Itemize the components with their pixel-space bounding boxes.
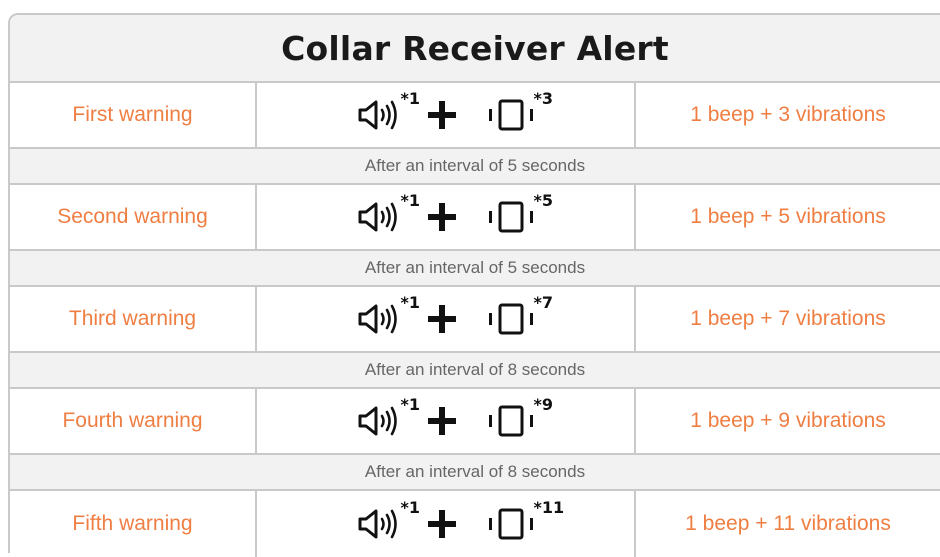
result-text: 1 beep + 5 vibrations — [690, 205, 886, 228]
result-text: 1 beep + 7 vibrations — [690, 307, 886, 330]
result-cell: 1 beep + 3 vibrations — [636, 83, 940, 147]
vibration-symbol: *5 — [487, 191, 553, 233]
warning-row-3: Third warning *1 *7 1 beep + 7 vibration… — [10, 287, 940, 353]
vibration-icon — [488, 405, 533, 437]
interval-row-2: After an interval of 5 seconds — [10, 251, 940, 287]
result-text: 1 beep + 9 vibrations — [690, 409, 886, 432]
beep-count: *1 — [400, 191, 421, 210]
vibration-symbol: *7 — [487, 293, 553, 335]
beep-symbol: *1 — [357, 89, 420, 131]
warning-label-cell: Fifth warning — [10, 491, 257, 557]
beep-symbol: *1 — [357, 191, 420, 233]
beep-count: *1 — [400, 395, 421, 414]
warning-label: Second warning — [57, 205, 208, 228]
warning-row-1: First warning *1 *3 1 beep + 3 vibration… — [10, 83, 940, 149]
warning-row-2: Second warning *1 *5 1 beep + 5 vibratio… — [10, 185, 940, 251]
vibration-count: *7 — [533, 293, 554, 312]
result-text: 1 beep + 11 vibrations — [685, 512, 891, 535]
interval-text: After an interval of 8 seconds — [364, 360, 586, 379]
alert-formula-cell: *1 *9 — [257, 389, 636, 453]
alert-formula-cell: *1 *11 — [257, 491, 636, 557]
alert-formula: *1 *11 — [357, 498, 564, 544]
warning-label: Fifth warning — [72, 512, 193, 535]
interval-row-4: After an interval of 8 seconds — [10, 455, 940, 491]
beep-count: *1 — [400, 293, 421, 312]
vibration-count: *3 — [533, 89, 554, 108]
vibration-count: *9 — [533, 395, 554, 414]
warning-label-cell: Third warning — [10, 287, 257, 351]
result-cell: 1 beep + 9 vibrations — [636, 389, 940, 453]
alert-formula: *1 *7 — [357, 293, 553, 339]
vibration-symbol: *9 — [487, 395, 553, 437]
table-header: Collar Receiver Alert — [10, 15, 940, 83]
interval-row-3: After an interval of 8 seconds — [10, 353, 940, 389]
interval-text: After an interval of 5 seconds — [364, 156, 586, 175]
warning-row-5: Fifth warning *1 *11 1 beep + 11 vibrati… — [10, 491, 940, 557]
plus-icon — [427, 203, 456, 231]
warning-label: Third warning — [68, 307, 197, 330]
warning-label: Fourth warning — [62, 409, 203, 432]
speaker-icon — [358, 406, 397, 436]
alert-formula-cell: *1 *7 — [257, 287, 636, 351]
alert-formula: *1 *9 — [357, 395, 553, 441]
speaker-icon — [358, 202, 397, 232]
alert-table: Collar Receiver Alert First warning *1 *… — [8, 13, 940, 557]
vibration-symbol: *3 — [487, 89, 553, 131]
vibration-count: *11 — [533, 498, 565, 517]
speaker-icon — [358, 100, 397, 130]
warning-label-cell: Fourth warning — [10, 389, 257, 453]
vibration-symbol: *11 — [487, 498, 564, 540]
alert-formula-cell: *1 *5 — [257, 185, 636, 249]
interval-row-1: After an interval of 5 seconds — [10, 149, 940, 185]
plus-icon — [427, 510, 456, 538]
alert-formula-cell: *1 *3 — [257, 83, 636, 147]
table-title: Collar Receiver Alert — [281, 28, 669, 68]
vibration-icon — [488, 99, 533, 131]
alert-formula: *1 *3 — [357, 89, 553, 135]
speaker-icon — [358, 509, 397, 539]
vibration-icon — [488, 201, 533, 233]
beep-symbol: *1 — [357, 293, 420, 335]
beep-symbol: *1 — [357, 395, 420, 437]
interval-text: After an interval of 8 seconds — [364, 462, 586, 481]
warning-label: First warning — [72, 103, 193, 126]
vibration-count: *5 — [533, 191, 554, 210]
interval-text: After an interval of 5 seconds — [364, 258, 586, 277]
result-cell: 1 beep + 7 vibrations — [636, 287, 940, 351]
speaker-icon — [358, 304, 397, 334]
plus-icon — [427, 305, 456, 333]
beep-count: *1 — [400, 498, 421, 517]
beep-count: *1 — [400, 89, 421, 108]
beep-symbol: *1 — [357, 498, 420, 540]
warning-label-cell: Second warning — [10, 185, 257, 249]
vibration-icon — [488, 508, 533, 540]
vibration-icon — [488, 303, 533, 335]
plus-icon — [427, 407, 456, 435]
result-cell: 1 beep + 11 vibrations — [636, 491, 940, 557]
result-text: 1 beep + 3 vibrations — [690, 103, 886, 126]
plus-icon — [427, 101, 456, 129]
warning-row-4: Fourth warning *1 *9 1 beep + 9 vibratio… — [10, 389, 940, 455]
warning-label-cell: First warning — [10, 83, 257, 147]
result-cell: 1 beep + 5 vibrations — [636, 185, 940, 249]
alert-formula: *1 *5 — [357, 191, 553, 237]
